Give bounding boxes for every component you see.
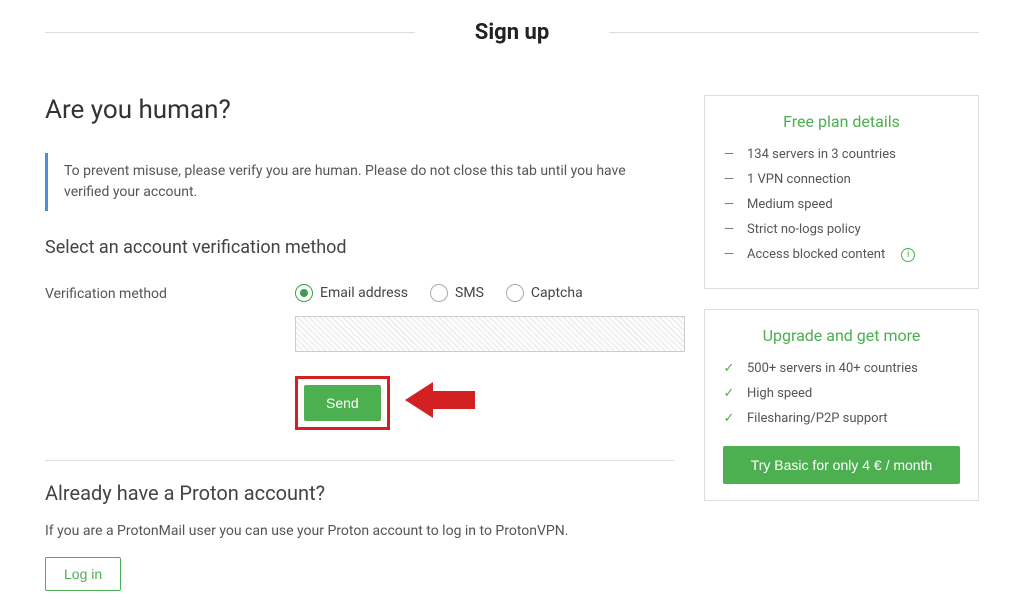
- info-alert: To prevent misuse, please verify you are…: [45, 153, 674, 211]
- dash-icon: —: [723, 247, 735, 262]
- list-item: — Strict no-logs policy: [723, 222, 960, 237]
- radio-icon: [430, 284, 448, 302]
- radio-icon: [506, 284, 524, 302]
- list-item: — Access blocked content i: [723, 247, 960, 262]
- feature-text: 134 servers in 3 countries: [747, 147, 896, 162]
- radio-sms-label: SMS: [455, 285, 484, 301]
- dash-icon: —: [723, 222, 735, 237]
- section-title: Select an account verification method: [45, 237, 674, 258]
- radio-icon: [295, 284, 313, 302]
- verification-radio-group: Email address SMS Captcha: [295, 284, 685, 302]
- login-button[interactable]: Log in: [45, 557, 121, 591]
- divider: [45, 460, 674, 461]
- radio-email-label: Email address: [320, 285, 408, 301]
- radio-captcha[interactable]: Captcha: [506, 284, 583, 302]
- free-plan-title: Free plan details: [723, 112, 960, 131]
- header: Sign up: [45, 20, 979, 45]
- list-item: — 134 servers in 3 countries: [723, 147, 960, 162]
- dash-icon: —: [723, 172, 735, 187]
- already-heading: Already have a Proton account?: [45, 481, 674, 505]
- check-icon: ✓: [723, 411, 735, 426]
- try-basic-button[interactable]: Try Basic for only 4 € / month: [723, 446, 960, 484]
- feature-text: 500+ servers in 40+ countries: [747, 361, 918, 376]
- annotation-highlight-box: Send: [295, 376, 390, 430]
- send-button[interactable]: Send: [304, 385, 381, 421]
- feature-text: Strict no-logs policy: [747, 222, 861, 237]
- list-item: — 1 VPN connection: [723, 172, 960, 187]
- divider-right: [609, 32, 979, 33]
- feature-text: Access blocked content: [747, 247, 885, 262]
- upgrade-title: Upgrade and get more: [723, 326, 960, 345]
- list-item: ✓ High speed: [723, 386, 960, 401]
- list-item: ✓ 500+ servers in 40+ countries: [723, 361, 960, 376]
- already-text: If you are a ProtonMail user you can use…: [45, 523, 674, 539]
- dash-icon: —: [723, 197, 735, 212]
- main-heading: Are you human?: [45, 95, 674, 125]
- list-item: ✓ Filesharing/P2P support: [723, 411, 960, 426]
- page-title: Sign up: [475, 20, 549, 45]
- check-icon: ✓: [723, 361, 735, 376]
- dash-icon: —: [723, 147, 735, 162]
- list-item: — Medium speed: [723, 197, 960, 212]
- verification-method-label: Verification method: [45, 284, 295, 302]
- feature-text: Medium speed: [747, 197, 833, 212]
- upgrade-panel: Upgrade and get more ✓ 500+ servers in 40…: [704, 309, 979, 501]
- feature-text: High speed: [747, 386, 812, 401]
- verification-input[interactable]: [295, 316, 685, 352]
- radio-captcha-label: Captcha: [531, 285, 583, 301]
- info-icon[interactable]: i: [901, 248, 915, 262]
- check-icon: ✓: [723, 386, 735, 401]
- radio-sms[interactable]: SMS: [430, 284, 484, 302]
- feature-text: 1 VPN connection: [747, 172, 851, 187]
- free-plan-panel: Free plan details — 134 servers in 3 coun…: [704, 95, 979, 289]
- annotation-arrow-icon: [405, 378, 475, 426]
- divider-left: [45, 32, 415, 33]
- feature-text: Filesharing/P2P support: [747, 411, 888, 426]
- radio-email[interactable]: Email address: [295, 284, 408, 302]
